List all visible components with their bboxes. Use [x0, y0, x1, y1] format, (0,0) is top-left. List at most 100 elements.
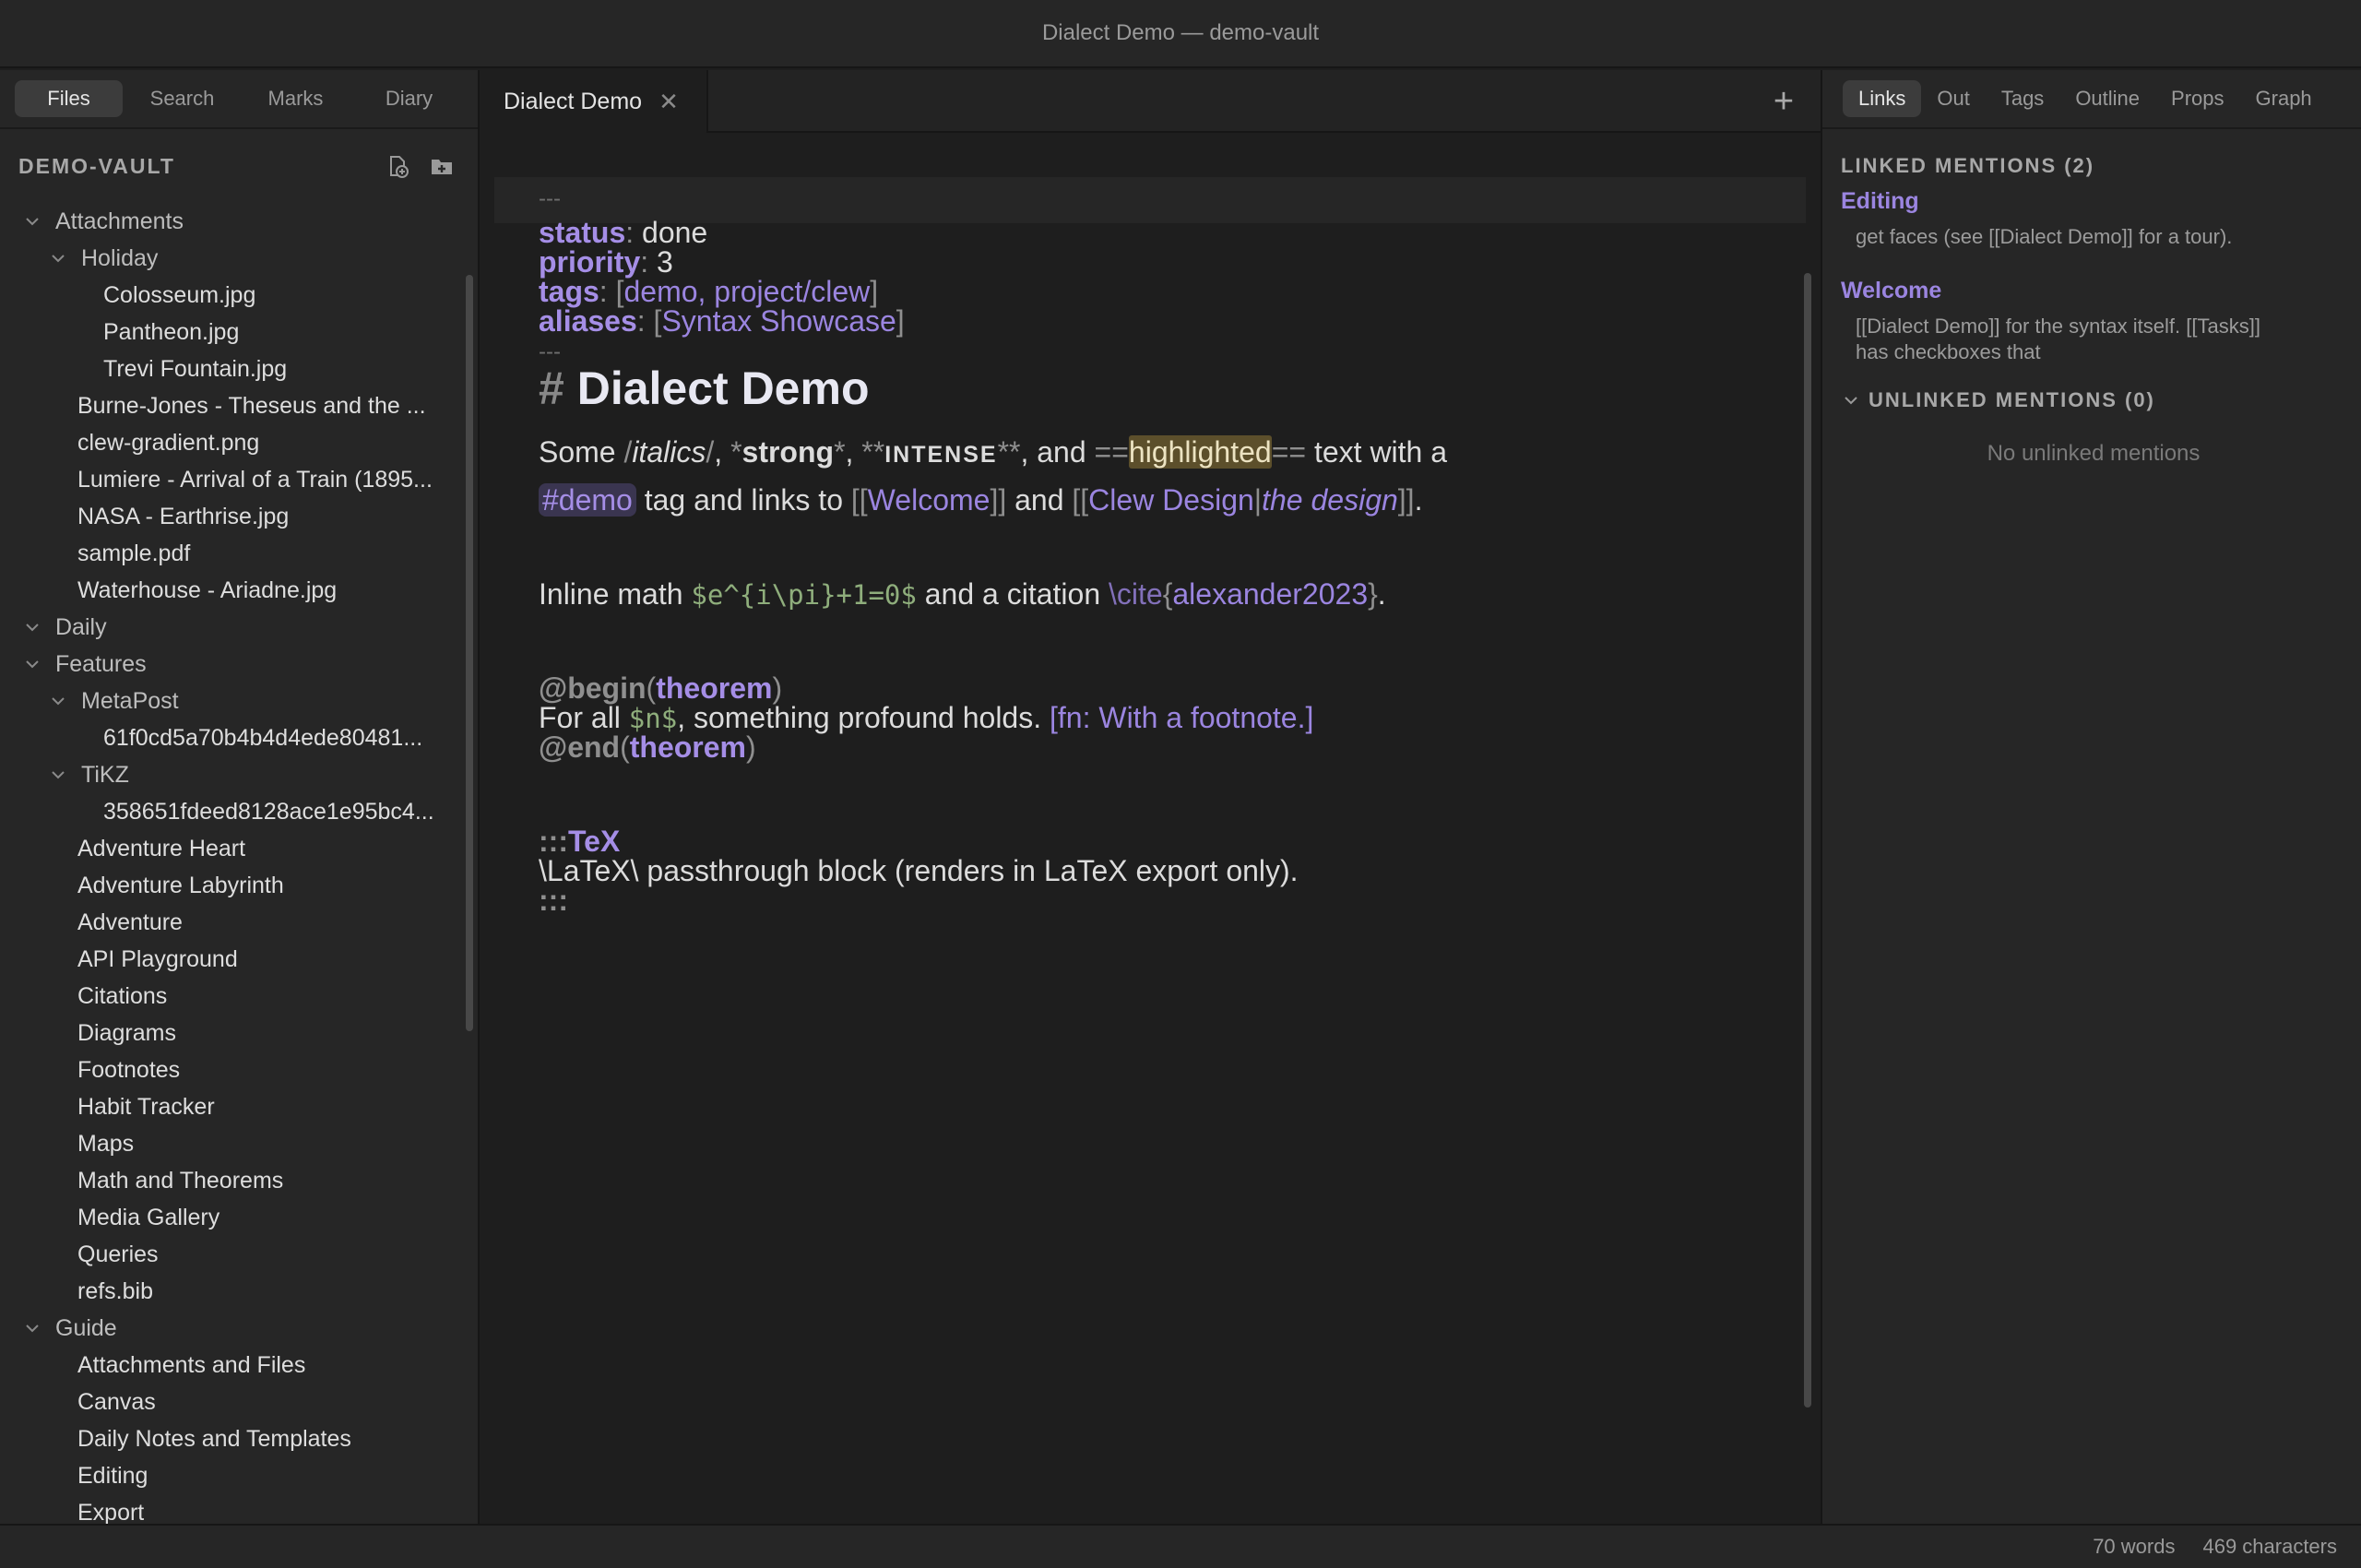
tab-dialect-demo[interactable]: Dialect Demo ✕	[481, 70, 708, 133]
fm-val-priority: 3	[657, 245, 673, 279]
window-titlebar: Dialect Demo — demo-vault	[0, 0, 2361, 68]
tree-file[interactable]: 358651fdeed8128ace1e95bc4...	[0, 793, 478, 830]
tree-item-label: Export	[77, 1499, 145, 1525]
new-folder-icon[interactable]	[430, 154, 454, 178]
intense-text: INTENSE	[884, 442, 998, 468]
tree-item-label: Media Gallery	[77, 1204, 220, 1230]
mention-editing-title[interactable]: Editing	[1841, 188, 2333, 215]
tree-file[interactable]: Footnotes	[0, 1051, 478, 1088]
footnote[interactable]: [fn: With a footnote.]	[1050, 701, 1313, 734]
tree-file[interactable]: Adventure Labyrinth	[0, 867, 478, 904]
tree-file[interactable]: Citations	[0, 978, 478, 1015]
tree-folder[interactable]: TiKZ	[0, 756, 478, 793]
tree-file[interactable]: Maps	[0, 1125, 478, 1162]
tree-item-label: clew-gradient.png	[77, 429, 260, 456]
tree-folder[interactable]: Attachments	[0, 203, 478, 240]
tree-file[interactable]: Trevi Fountain.jpg	[0, 350, 478, 387]
theorem-env-end: theorem	[629, 731, 746, 764]
tab-diary[interactable]: Diary	[355, 80, 463, 117]
tree-file[interactable]: sample.pdf	[0, 535, 478, 572]
tree-file[interactable]: Math and Theorems	[0, 1162, 478, 1199]
tree-item-label: Features	[55, 650, 147, 677]
wikilink-clew-design[interactable]: Clew Design	[1088, 483, 1254, 517]
fm-val-status: done	[642, 216, 708, 249]
tree-file[interactable]: Diagrams	[0, 1015, 478, 1051]
tree-item-label: Habit Tracker	[77, 1093, 215, 1120]
tree-file[interactable]: Pantheon.jpg	[0, 314, 478, 350]
tree-item-label: refs.bib	[77, 1277, 153, 1304]
tree-file[interactable]: clew-gradient.png	[0, 424, 478, 461]
tree-item-label: 358651fdeed8128ace1e95bc4...	[103, 798, 434, 825]
tree-file[interactable]: Habit Tracker	[0, 1088, 478, 1125]
close-icon[interactable]: ✕	[658, 88, 679, 116]
tree-file[interactable]: Waterhouse - Ariadne.jpg	[0, 572, 478, 609]
tab-graph[interactable]: Graph	[2240, 80, 2328, 117]
chevron-down-icon	[1845, 397, 1857, 405]
tab-out[interactable]: Out	[1921, 80, 1985, 117]
word-count: 70 words	[2093, 1535, 2176, 1558]
tab-marks[interactable]: Marks	[242, 80, 350, 117]
tree-item-label: Citations	[77, 982, 168, 1009]
tree-item-label: Trevi Fountain.jpg	[103, 355, 288, 382]
unlinked-mentions-header[interactable]: UNLINKED MENTIONS (0)	[1841, 382, 2333, 419]
tree-file[interactable]: API Playground	[0, 941, 478, 978]
tree-folder[interactable]: Holiday	[0, 240, 478, 277]
tab-outline[interactable]: Outline	[2059, 80, 2155, 117]
chevron-down-icon[interactable]	[48, 248, 68, 268]
mention-welcome-title[interactable]: Welcome	[1841, 278, 2333, 304]
tree-folder[interactable]: Features	[0, 646, 478, 683]
chevron-down-icon[interactable]	[22, 1318, 42, 1338]
tree-file[interactable]: Attachments and Files	[0, 1347, 478, 1384]
fm-key-aliases: aliases	[539, 304, 637, 338]
tree-file[interactable]: Lumiere - Arrival of a Train (1895...	[0, 461, 478, 498]
tree-file[interactable]: Editing	[0, 1457, 478, 1494]
tree-file[interactable]: Adventure Heart	[0, 830, 478, 867]
cite-key[interactable]: alexander2023	[1172, 577, 1368, 611]
window-title: Dialect Demo — demo-vault	[1041, 20, 1320, 45]
chevron-down-icon[interactable]	[22, 617, 42, 637]
tree-item-label: Diagrams	[77, 1019, 176, 1046]
editor-scrollbar[interactable]	[1804, 273, 1811, 1408]
tree-file[interactable]: Adventure	[0, 904, 478, 941]
tree-item-label: Pantheon.jpg	[103, 318, 240, 345]
tree-file[interactable]: refs.bib	[0, 1273, 478, 1310]
tab-files[interactable]: Files	[15, 80, 123, 117]
tree-file[interactable]: Colosseum.jpg	[0, 277, 478, 314]
tree-folder[interactable]: MetaPost	[0, 683, 478, 719]
tag-demo[interactable]: #demo	[539, 483, 636, 517]
new-note-icon[interactable]	[386, 154, 409, 178]
mention-welcome-snippet[interactable]: [[Dialect Demo]] for the syntax itself. …	[1856, 314, 2261, 365]
tree-file[interactable]: Daily Notes and Templates	[0, 1420, 478, 1457]
chevron-down-icon[interactable]	[22, 211, 42, 232]
tree-file[interactable]: Queries	[0, 1236, 478, 1273]
heading-text: Dialect Demo	[576, 362, 870, 414]
tree-file[interactable]: Burne-Jones - Theseus and the ...	[0, 387, 478, 424]
tree-file[interactable]: 61f0cd5a70b4b4d4ede80481...	[0, 719, 478, 756]
tree-folder[interactable]: Daily	[0, 609, 478, 646]
tree-item-label: 61f0cd5a70b4b4d4ede80481...	[103, 724, 423, 751]
text-profound: , something profound holds.	[677, 701, 1050, 734]
new-tab-button[interactable]: +	[1763, 81, 1804, 122]
wikilink-alias[interactable]: the design	[1262, 483, 1398, 517]
tab-links[interactable]: Links	[1843, 80, 1922, 117]
tab-tags[interactable]: Tags	[1986, 80, 2059, 117]
character-count: 469 characters	[2202, 1535, 2337, 1558]
tab-props[interactable]: Props	[2155, 80, 2239, 117]
tree-file[interactable]: NASA - Earthrise.jpg	[0, 498, 478, 535]
chevron-down-icon[interactable]	[48, 765, 68, 785]
inline-math: $e^{i\pi}+1=0$	[691, 579, 917, 611]
file-tree-scrollbar[interactable]	[466, 275, 473, 1031]
tree-file[interactable]: Media Gallery	[0, 1199, 478, 1236]
document-body[interactable]: --- status: done priority: 3 tags: [demo…	[481, 135, 1821, 1524]
chevron-down-icon[interactable]	[22, 654, 42, 674]
chevron-down-icon[interactable]	[48, 691, 68, 711]
heading-1: # Dialect Demo	[539, 362, 870, 415]
tree-file[interactable]: Canvas	[0, 1384, 478, 1420]
theorem-env: theorem	[656, 671, 773, 705]
tab-search[interactable]: Search	[128, 80, 236, 117]
tree-file[interactable]: Export	[0, 1494, 478, 1525]
tree-folder[interactable]: Guide	[0, 1310, 478, 1347]
mention-editing-snippet[interactable]: get faces (see [[Dialect Demo]] for a to…	[1856, 224, 2333, 250]
wikilink-welcome[interactable]: Welcome	[868, 483, 991, 517]
text-citation: and a citation	[916, 577, 1109, 611]
